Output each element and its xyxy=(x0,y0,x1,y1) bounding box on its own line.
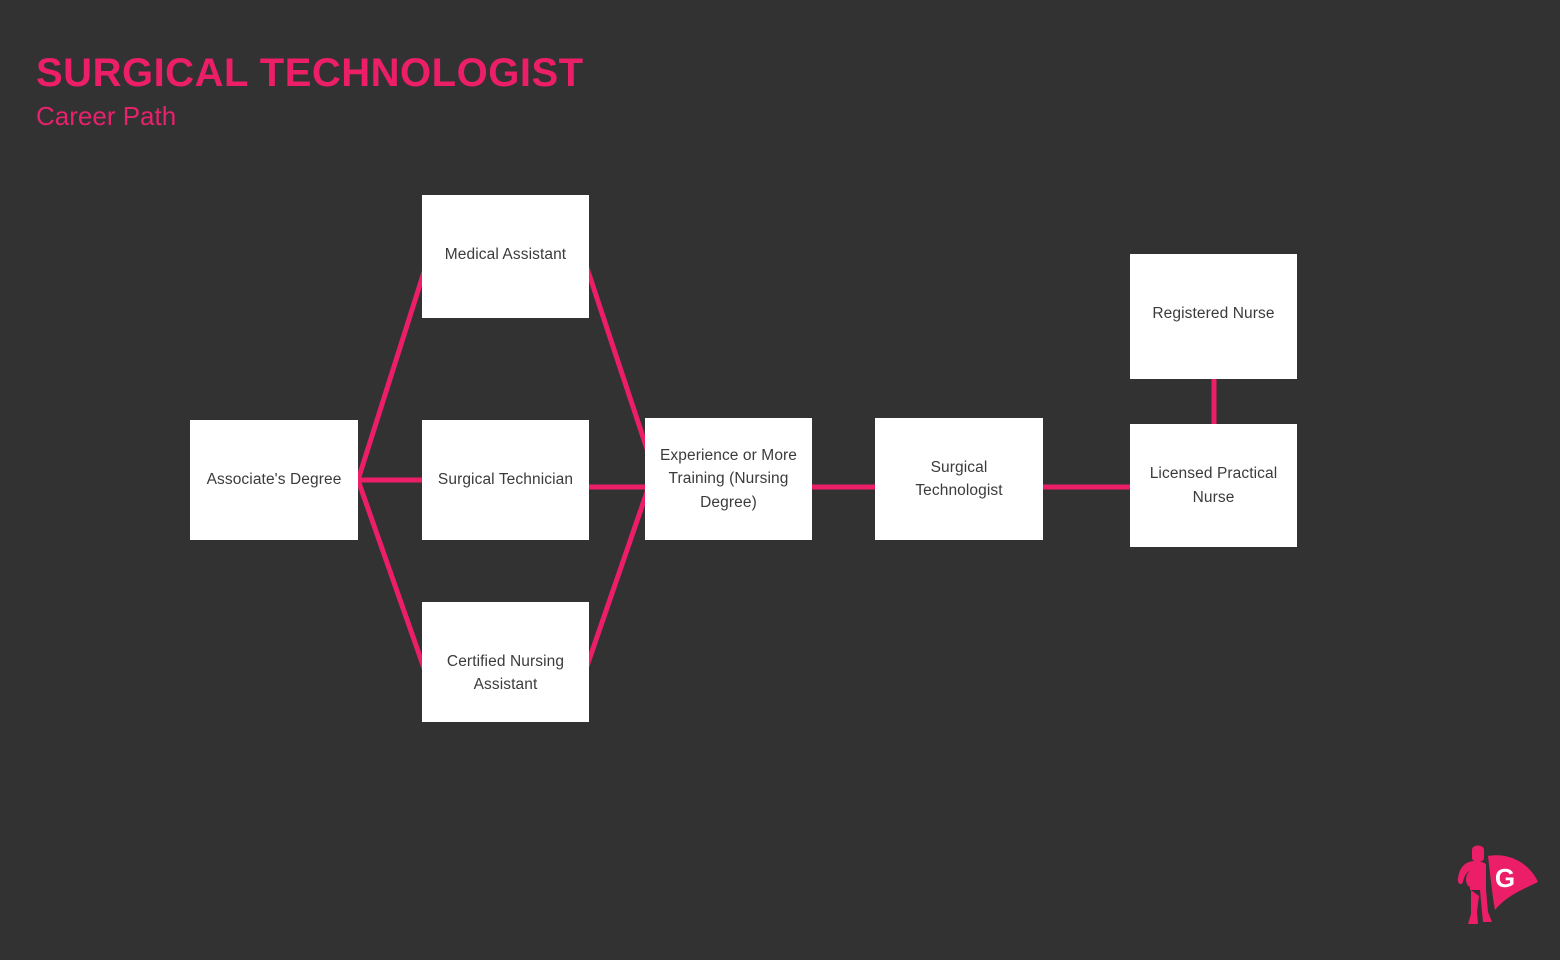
node-label-surgical-technician: Surgical Technician xyxy=(437,471,574,489)
edge-associates-degree-to-medical-assistant xyxy=(355,271,427,481)
edge-medical-assistant-to-experience-or-more-training xyxy=(584,267,651,453)
edge-associates-degree-to-certified-nursing-assistant xyxy=(355,479,427,669)
node-label-certified-nursing-assistant: Certified Nursing Assistant xyxy=(446,653,565,694)
diagram-canvas: SURGICAL TECHNOLOGIST Career Path G Asso… xyxy=(0,0,1560,960)
node-label-surgical-technologist: Surgical Technologist xyxy=(915,458,1003,499)
node-certified-nursing-assistant[interactable]: Certified Nursing Assistant xyxy=(422,602,589,722)
node-label-associates-degree: Associate's Degree xyxy=(206,471,342,489)
node-medical-assistant[interactable]: Medical Assistant xyxy=(422,195,589,318)
node-experience-or-more-training[interactable]: Experience or More Training (Nursing Deg… xyxy=(645,418,812,540)
node-label-experience-or-more-training: Experience or More Training (Nursing Deg… xyxy=(659,447,798,511)
node-surgical-technologist[interactable]: Surgical Technologist xyxy=(875,418,1043,540)
superhero-g-logo: G xyxy=(1457,845,1538,924)
node-licensed-practical-nurse[interactable]: Licensed Practical Nurse xyxy=(1130,424,1297,547)
logo-letter: G xyxy=(1495,863,1515,893)
node-registered-nurse[interactable]: Registered Nurse xyxy=(1130,254,1297,379)
edge-certified-nursing-assistant-to-experience-or-more-training xyxy=(584,488,651,667)
node-label-registered-nurse: Registered Nurse xyxy=(1152,305,1275,322)
node-label-licensed-practical-nurse: Licensed Practical Nurse xyxy=(1149,465,1278,506)
node-label-medical-assistant: Medical Assistant xyxy=(444,246,567,263)
node-surgical-technician[interactable]: Surgical Technician xyxy=(422,420,589,540)
node-associates-degree[interactable]: Associate's Degree xyxy=(190,420,358,540)
